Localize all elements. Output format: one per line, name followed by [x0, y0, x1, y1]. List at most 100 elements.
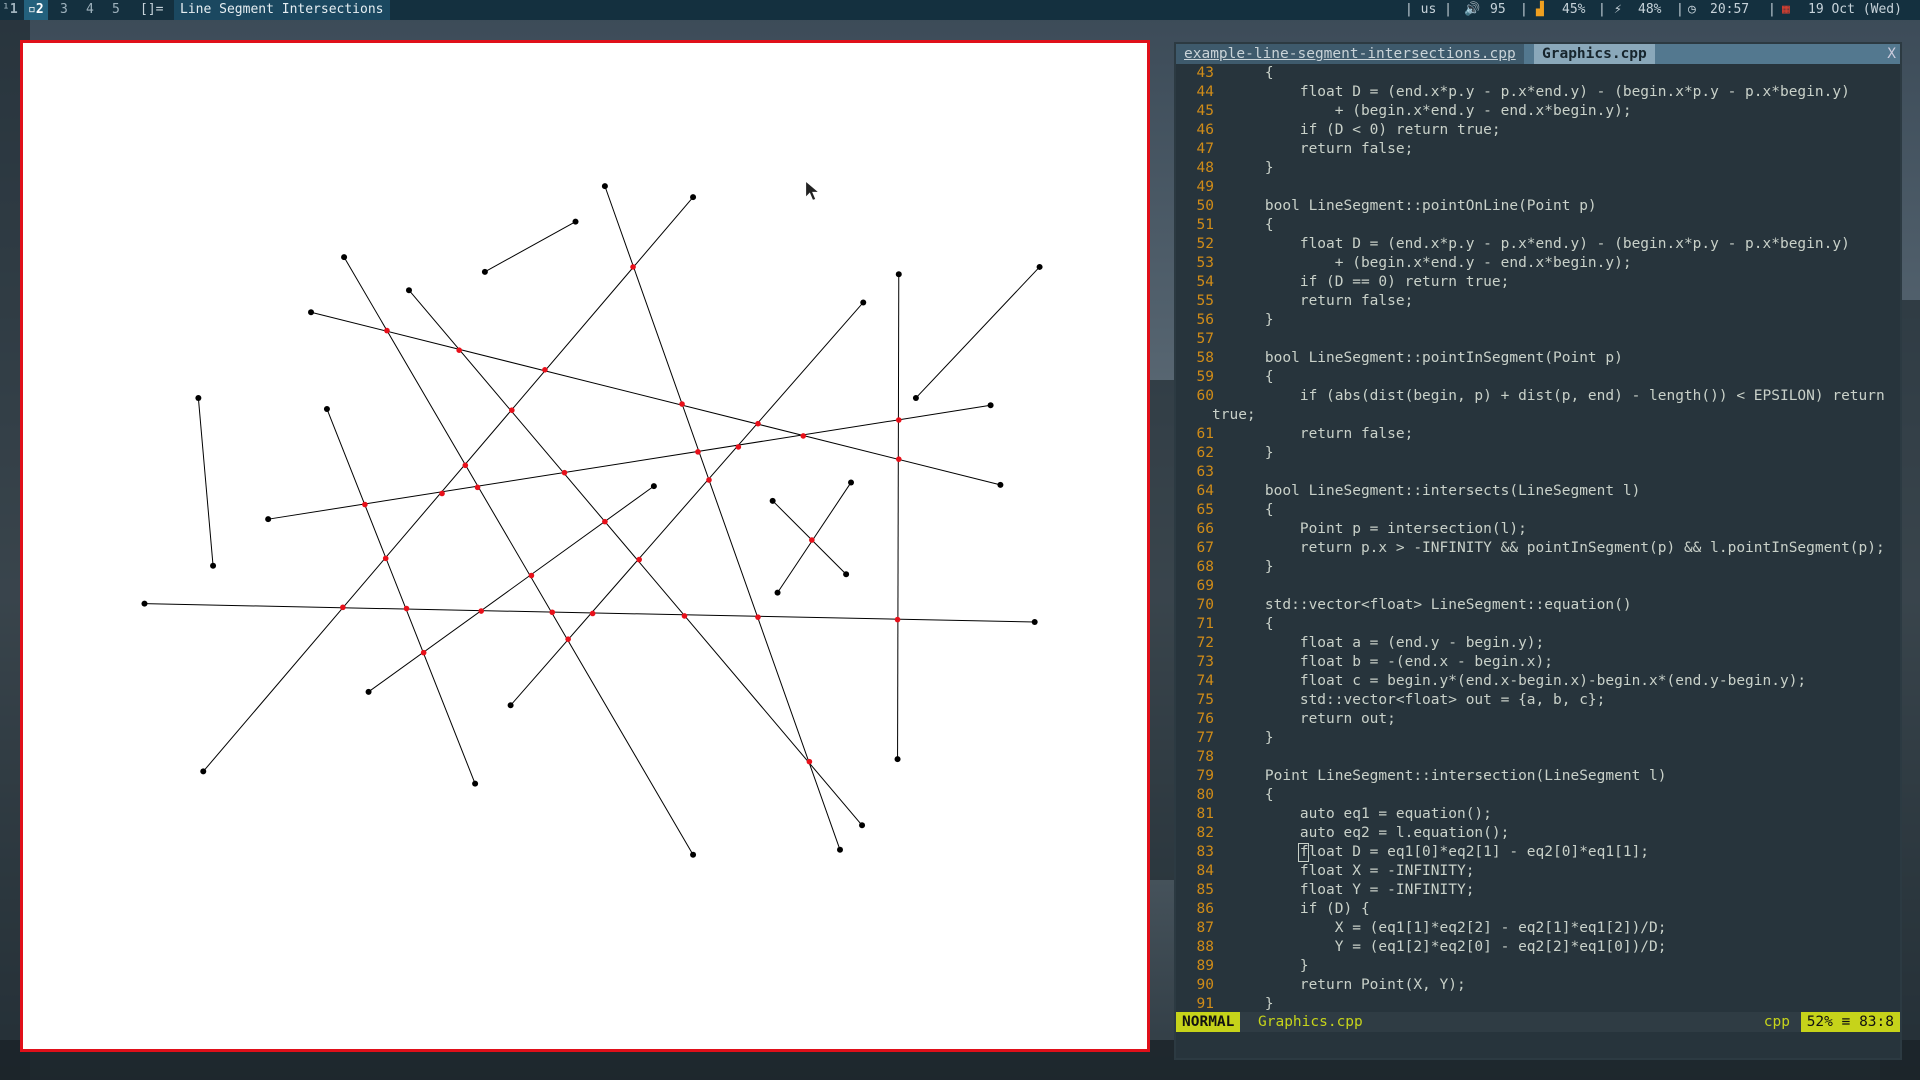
segment-endpoint — [507, 702, 514, 709]
code-line[interactable]: 44 float D = (end.x*p.y - p.x*end.y) - (… — [1176, 83, 1900, 102]
code-line[interactable]: 54 if (D == 0) return true; — [1176, 273, 1900, 292]
code-line[interactable]: 56 } — [1176, 311, 1900, 330]
code-line[interactable]: 76 return out; — [1176, 710, 1900, 729]
line-number: 71 — [1196, 616, 1214, 632]
close-tab-button[interactable]: X — [1887, 44, 1896, 64]
segment-endpoint — [690, 851, 697, 858]
intersection-point — [895, 456, 902, 462]
code-line[interactable]: true; — [1176, 406, 1900, 425]
line-number: 78 — [1196, 749, 1214, 765]
tab-graphics-cpp[interactable]: Graphics.cpp — [1534, 44, 1655, 64]
code-line[interactable]: 69 — [1176, 577, 1900, 596]
segment-endpoint — [365, 688, 372, 695]
code-line[interactable]: 78 — [1176, 748, 1900, 767]
line-number: 63 — [1196, 464, 1214, 480]
code-line[interactable]: 62 } — [1176, 444, 1900, 463]
intersection-point — [755, 614, 761, 620]
code-line[interactable]: 49 — [1176, 178, 1900, 197]
line-segment-canvas-window[interactable] — [20, 40, 1150, 1052]
top-status-bar: ¹1 ▫2 3 4 5 []= Line Segment Intersectio… — [0, 0, 1920, 20]
line-number: 85 — [1196, 882, 1214, 898]
code-line[interactable]: 46 if (D < 0) return true; — [1176, 121, 1900, 140]
workspace-5[interactable]: 5 — [112, 0, 120, 20]
vim-mode-indicator: NORMAL — [1176, 1012, 1241, 1032]
segment-endpoint — [860, 299, 867, 306]
speaker-icon: 🔊 — [1464, 2, 1481, 17]
layout-indicator[interactable]: []= — [140, 0, 163, 20]
code-line[interactable]: 67 return p.x > -INFINITY && pointInSegm… — [1176, 539, 1900, 558]
code-line[interactable]: 63 — [1176, 463, 1900, 482]
intersection-point — [630, 264, 636, 270]
segment-endpoint — [572, 218, 579, 225]
line-number: 56 — [1196, 312, 1214, 328]
intersection-point — [542, 366, 548, 373]
code-line[interactable]: 72 float a = (end.y - begin.y); — [1176, 634, 1900, 653]
code-line[interactable]: 55 return false; — [1176, 292, 1900, 311]
code-line[interactable]: 57 — [1176, 330, 1900, 349]
vim-editor-window[interactable]: example-line-segment-intersections.cpp G… — [1174, 42, 1902, 1060]
line-number: 67 — [1196, 540, 1214, 556]
code-line[interactable]: 68 } — [1176, 558, 1900, 577]
code-line[interactable]: 74 float c = begin.y*(end.x-begin.x)-beg… — [1176, 672, 1900, 691]
code-line[interactable]: 61 return false; — [1176, 425, 1900, 444]
code-line[interactable]: 81 auto eq1 = equation(); — [1176, 805, 1900, 824]
code-line[interactable]: 88 Y = (eq1[2]*eq2[0] - eq2[2]*eq1[0])/D… — [1176, 938, 1900, 957]
line-number: 58 — [1196, 350, 1214, 366]
code-line[interactable]: 52 float D = (end.x*p.y - p.x*end.y) - (… — [1176, 235, 1900, 254]
code-line[interactable]: 66 Point p = intersection(l); — [1176, 520, 1900, 539]
code-line[interactable]: 85 float Y = -INFINITY; — [1176, 881, 1900, 900]
code-line[interactable]: 53 + (begin.x*end.y - end.x*begin.y); — [1176, 254, 1900, 273]
battery-level: 48% — [1638, 2, 1662, 17]
wifi-icon: ▟ — [1536, 2, 1544, 17]
intersection-point — [362, 501, 368, 508]
code-line[interactable]: 48 } — [1176, 159, 1900, 178]
segment-endpoint — [1031, 619, 1038, 626]
code-line[interactable]: 70 std::vector<float> LineSegment::equat… — [1176, 596, 1900, 615]
code-line[interactable]: 43 { — [1176, 64, 1900, 83]
workspace-3[interactable]: 3 — [60, 0, 68, 20]
intersection-point — [509, 407, 515, 414]
code-line[interactable]: 59 { — [1176, 368, 1900, 387]
code-line[interactable]: 47 return false; — [1176, 140, 1900, 159]
code-line[interactable]: 75 std::vector<float> out = {a, b, c}; — [1176, 691, 1900, 710]
code-text: return out; — [1230, 711, 1396, 727]
code-line[interactable]: 80 { — [1176, 786, 1900, 805]
date[interactable]: 19 Oct (Wed) — [1808, 0, 1902, 20]
line-number: 76 — [1196, 711, 1214, 727]
code-line[interactable]: 87 X = (eq1[1]*eq2[2] - eq2[1]*eq1[2])/D… — [1176, 919, 1900, 938]
code-line[interactable]: 58 bool LineSegment::pointInSegment(Poin… — [1176, 349, 1900, 368]
code-line[interactable]: 64 bool LineSegment::intersects(LineSegm… — [1176, 482, 1900, 501]
code-line[interactable]: 71 { — [1176, 615, 1900, 634]
code-line[interactable]: 79 Point LineSegment::intersection(LineS… — [1176, 767, 1900, 786]
code-text: Point p = intersection(l); — [1230, 521, 1527, 537]
code-line[interactable]: 83 float D = eq1[0]*eq2[1] - eq2[0]*eq1[… — [1176, 843, 1900, 862]
segment-endpoint — [601, 183, 608, 190]
code-line[interactable]: 65 { — [1176, 501, 1900, 520]
tab-example-file[interactable]: example-line-segment-intersections.cpp — [1176, 44, 1524, 64]
keyboard-layout[interactable]: | us | — [1405, 0, 1452, 20]
workspace-4[interactable]: 4 — [86, 0, 94, 20]
code-text: float X = -INFINITY; — [1230, 863, 1475, 879]
volume-level[interactable]: 95 — [1490, 0, 1506, 20]
code-line[interactable]: 89 } — [1176, 957, 1900, 976]
code-text: } — [1230, 445, 1274, 461]
calendar-icon: ▦ — [1782, 2, 1790, 17]
code-line[interactable]: 77 } — [1176, 729, 1900, 748]
workspace-1[interactable]: ¹1 — [2, 0, 18, 20]
code-line[interactable]: 86 if (D) { — [1176, 900, 1900, 919]
code-text: } — [1230, 312, 1274, 328]
workspace-2[interactable]: ▫2 — [24, 0, 48, 20]
code-line[interactable]: 50 bool LineSegment::pointOnLine(Point p… — [1176, 197, 1900, 216]
code-line[interactable]: 60 if (abs(dist(begin, p) + dist(p, end)… — [1176, 387, 1900, 406]
line-number: 87 — [1196, 920, 1214, 936]
code-line[interactable]: 73 float b = -(end.x - begin.x); — [1176, 653, 1900, 672]
code-line[interactable]: 45 + (begin.x*end.y - end.x*begin.y); — [1176, 102, 1900, 121]
code-line[interactable]: 51 { — [1176, 216, 1900, 235]
code-line[interactable]: 84 float X = -INFINITY; — [1176, 862, 1900, 881]
line-number: 44 — [1196, 84, 1214, 100]
line-segment-canvas[interactable] — [23, 43, 1147, 1049]
code-line[interactable]: 82 auto eq2 = l.equation(); — [1176, 824, 1900, 843]
code-line[interactable]: 90 return Point(X, Y); — [1176, 976, 1900, 995]
line-number: 77 — [1196, 730, 1214, 746]
segment-endpoint — [341, 254, 348, 261]
